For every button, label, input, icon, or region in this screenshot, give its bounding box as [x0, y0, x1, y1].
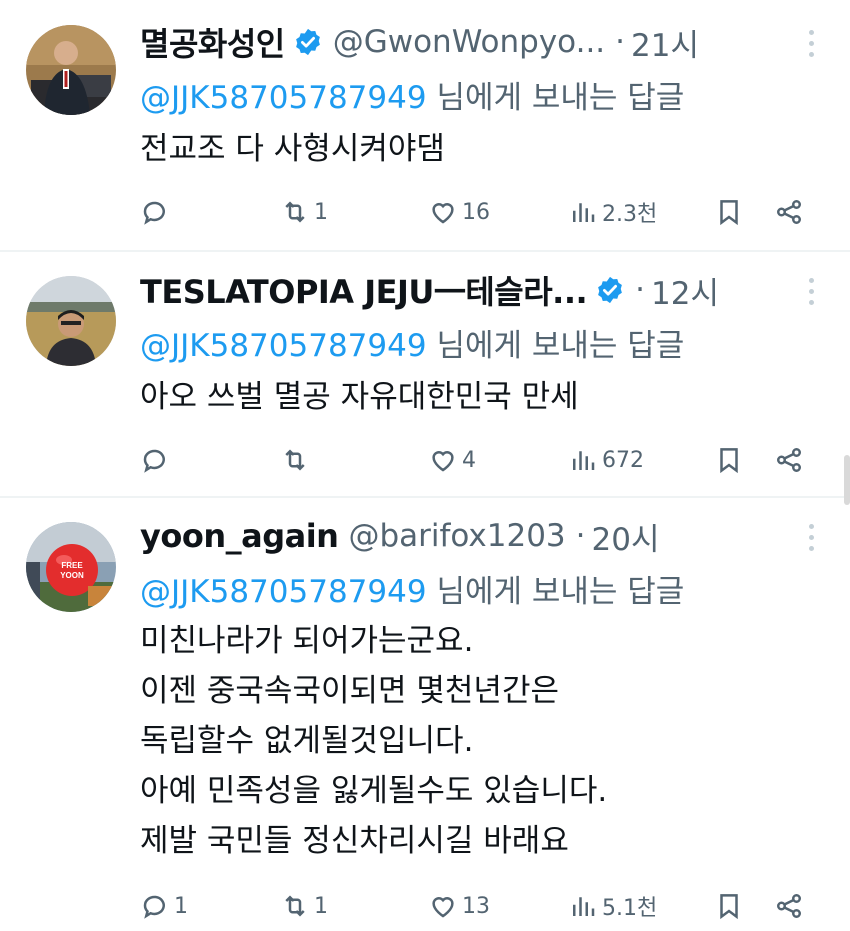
retweet-count: 1 [314, 893, 328, 919]
bookmark-button[interactable] [714, 192, 744, 232]
tweet-2[interactable]: TESLATOPIA JEJU一테슬라... · 12시 @JJK5870578… [0, 252, 850, 498]
separator-dot: · [635, 272, 646, 308]
like-button[interactable]: 13 [428, 886, 490, 926]
bookmark-icon [720, 894, 738, 920]
tweet-text: 미친나라가 되어가는군요. 이젠 중국속국이되면 몇천년간은 독립할수 없게될것… [140, 616, 810, 866]
action-bar: 1 1 13 5.1천 [140, 886, 810, 926]
views-button[interactable]: 5.1천 [568, 886, 657, 926]
bookmark-button[interactable] [714, 440, 744, 480]
replying-to: @JJK58705787949 님에게 보내는 답글 [140, 72, 684, 117]
tweet-text-line: 전교조 다 사형시켜야댐 [140, 131, 445, 167]
share-icon [777, 200, 801, 224]
retweet-icon [285, 895, 305, 917]
tweet-text-line: 아예 민족성을 잃게될수도 있습니다. [140, 773, 608, 809]
reply-icon [143, 895, 165, 919]
action-bar: 4 672 [140, 440, 810, 480]
like-button[interactable]: 16 [428, 192, 490, 232]
display-name[interactable]: 멸공화성인 [140, 19, 285, 65]
reply-button[interactable] [140, 192, 174, 232]
tweet-text: 아오 쓰벌 멸공 자유대한민국 만세 [140, 372, 810, 422]
reply-icon [143, 201, 165, 225]
mention-link[interactable]: @JJK58705787949 [140, 574, 427, 610]
mention-link[interactable]: @JJK58705787949 [140, 328, 427, 364]
mention-link[interactable]: @JJK58705787949 [140, 80, 427, 116]
share-icon [777, 894, 801, 918]
reply-button[interactable] [140, 440, 174, 480]
replying-to-label: 님에게 보내는 답글 [436, 574, 685, 610]
tweet-text: 전교조 다 사형시켜야댐 [140, 124, 810, 174]
like-icon [432, 203, 454, 224]
display-name[interactable]: yoon_again [140, 517, 339, 555]
timestamp[interactable]: 21시 [631, 20, 699, 65]
replying-to: @JJK58705787949 님에게 보내는 답글 [140, 566, 684, 611]
share-icon [777, 448, 801, 472]
more-icon[interactable] [806, 30, 816, 57]
like-icon [432, 897, 454, 918]
like-count: 4 [462, 447, 476, 473]
view-count: 672 [602, 447, 644, 473]
like-button[interactable]: 4 [428, 440, 476, 480]
avatar-balloon-text: YOON [60, 571, 84, 580]
avatar[interactable]: FREE YOON [26, 522, 116, 612]
reply-button[interactable]: 1 [140, 886, 188, 926]
views-icon [573, 897, 595, 916]
tweet-text-line: 제발 국민들 정신차리시길 바래요 [140, 823, 569, 859]
timestamp[interactable]: 12시 [651, 268, 719, 313]
avatar-photo [26, 25, 116, 115]
tweet-text-line: 미친나라가 되어가는군요. [140, 623, 474, 659]
tweet-text-line: 독립할수 없게될것입니다. [140, 723, 474, 759]
bookmark-icon [720, 200, 738, 226]
tweet-header: 멸공화성인 @GwonWonpyo... · 21시 [140, 20, 770, 64]
avatar-photo [26, 276, 116, 366]
tweet-3[interactable]: FREE YOON yoon_again @barifox1203 · 20시 … [0, 498, 850, 931]
share-button[interactable] [774, 192, 804, 232]
views-button[interactable]: 672 [568, 440, 644, 480]
avatar-balloon-text: FREE [61, 561, 83, 570]
bookmark-button[interactable] [714, 886, 744, 926]
tweet-text-line: 이젠 중국속국이되면 몇천년간은 [140, 673, 559, 709]
retweet-button[interactable]: 1 [280, 192, 328, 232]
replying-to: @JJK58705787949 님에게 보내는 답글 [140, 320, 684, 365]
retweet-icon [285, 449, 305, 471]
retweet-button[interactable]: 1 [280, 886, 328, 926]
timestamp[interactable]: 20시 [592, 514, 660, 559]
more-icon[interactable] [806, 278, 816, 305]
reply-icon [143, 449, 165, 473]
avatar[interactable] [26, 25, 116, 115]
tweet-header: yoon_again @barifox1203 · 20시 [140, 514, 770, 558]
verified-badge-icon [598, 276, 623, 304]
verified-badge-icon [295, 28, 320, 56]
retweet-icon [285, 201, 305, 223]
tweet-header: TESLATOPIA JEJU一테슬라... · 12시 [140, 268, 770, 312]
views-icon [573, 451, 595, 470]
like-icon [432, 451, 454, 472]
reply-count: 1 [174, 893, 188, 919]
tweet-text-line: 아오 쓰벌 멸공 자유대한민국 만세 [140, 379, 579, 415]
separator-dot: · [575, 518, 586, 554]
tweet-1[interactable]: 멸공화성인 @GwonWonpyo... · 21시 @JJK587057879… [0, 0, 850, 250]
bookmark-icon [720, 448, 738, 474]
display-name[interactable]: TESLATOPIA JEJU一테슬라... [140, 267, 588, 313]
replying-to-label: 님에게 보내는 답글 [436, 328, 685, 364]
retweet-count: 1 [314, 199, 328, 225]
view-count: 2.3천 [602, 202, 658, 227]
view-count: 5.1천 [602, 896, 658, 921]
avatar[interactable] [26, 276, 116, 366]
separator-dot: · [615, 24, 626, 60]
scrollbar[interactable] [844, 455, 850, 505]
more-icon[interactable] [806, 524, 816, 551]
share-button[interactable] [774, 440, 804, 480]
user-handle[interactable]: @GwonWonpyo... [333, 24, 605, 60]
like-count: 13 [462, 893, 490, 919]
share-button[interactable] [774, 886, 804, 926]
views-icon [573, 203, 595, 222]
avatar-photo: FREE YOON [26, 522, 116, 612]
views-button[interactable]: 2.3천 [568, 192, 657, 232]
retweet-button[interactable] [280, 440, 314, 480]
action-bar: 1 16 2.3천 [140, 192, 810, 232]
user-handle[interactable]: @barifox1203 [348, 518, 565, 554]
replying-to-label: 님에게 보내는 답글 [436, 80, 685, 116]
like-count: 16 [462, 199, 490, 225]
